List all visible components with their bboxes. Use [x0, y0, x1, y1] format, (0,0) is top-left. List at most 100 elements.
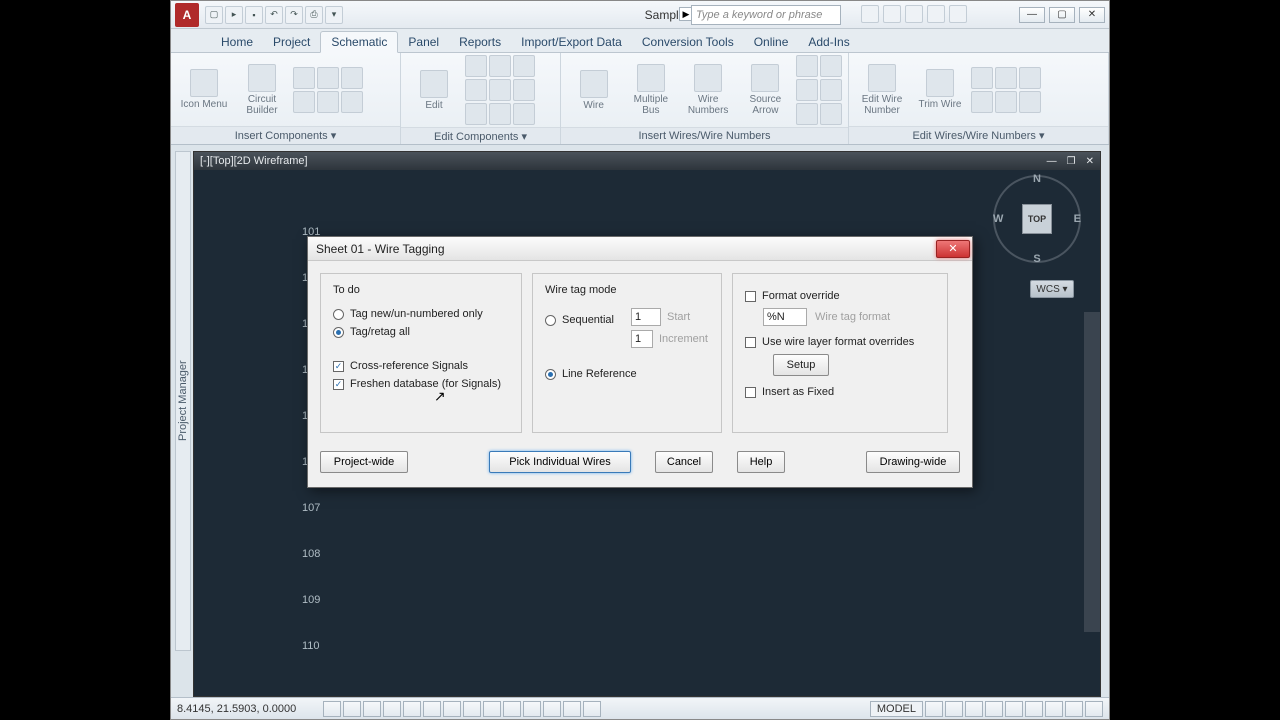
small-btn[interactable] [513, 103, 535, 125]
sb-btn[interactable] [1065, 701, 1083, 717]
model-space-button[interactable]: MODEL [870, 701, 923, 717]
viewport-restore-icon[interactable]: ❐ [1067, 156, 1076, 167]
sb-btn[interactable] [483, 701, 501, 717]
wire-numbers-button[interactable]: Wire Numbers [682, 60, 735, 120]
sb-btn[interactable] [343, 701, 361, 717]
sb-btn[interactable] [985, 701, 1003, 717]
sb-btn[interactable] [925, 701, 943, 717]
viewcube-s[interactable]: S [1033, 253, 1040, 265]
small-btn[interactable] [489, 79, 511, 101]
small-btn[interactable] [513, 79, 535, 101]
radio-tag-retag-all[interactable]: Tag/retag all [333, 326, 509, 338]
small-btn[interactable] [341, 67, 363, 89]
qat-open-icon[interactable]: ▸ [225, 6, 243, 24]
sb-btn[interactable] [1045, 701, 1063, 717]
sb-btn[interactable] [563, 701, 581, 717]
small-btn[interactable] [971, 91, 993, 113]
viewport-minimize-icon[interactable]: — [1047, 156, 1057, 167]
wcs-dropdown[interactable]: WCS ▾ [1030, 280, 1074, 298]
tab-home[interactable]: Home [211, 32, 263, 52]
small-btn[interactable] [1019, 67, 1041, 89]
small-btn[interactable] [796, 79, 818, 101]
qat-redo-icon[interactable]: ↷ [285, 6, 303, 24]
drawing-wide-button[interactable]: Drawing-wide [866, 451, 960, 473]
app-logo-icon[interactable]: A [175, 3, 199, 27]
project-wide-button[interactable]: Project-wide [320, 451, 408, 473]
multiple-bus-button[interactable]: Multiple Bus [624, 60, 677, 120]
tab-reports[interactable]: Reports [449, 32, 511, 52]
project-manager-tab[interactable]: Project Manager [175, 151, 191, 651]
check-cross-reference[interactable]: Cross-reference Signals [333, 360, 509, 372]
trim-wire-button[interactable]: Trim Wire [913, 60, 967, 120]
small-btn[interactable] [820, 103, 842, 125]
close-button[interactable]: ✕ [1079, 7, 1105, 23]
circuit-builder-button[interactable]: Circuit Builder [235, 60, 289, 120]
sb-btn[interactable] [523, 701, 541, 717]
check-insert-fixed[interactable]: Insert as Fixed [745, 386, 935, 398]
sb-btn[interactable] [1025, 701, 1043, 717]
help-icon[interactable] [949, 5, 967, 23]
sb-btn[interactable] [965, 701, 983, 717]
check-layer-override[interactable]: Use wire layer format overrides [745, 336, 935, 348]
format-input[interactable]: %N [763, 308, 807, 326]
small-btn[interactable] [465, 79, 487, 101]
minimize-button[interactable]: — [1019, 7, 1045, 23]
sb-btn[interactable] [423, 701, 441, 717]
sb-btn[interactable] [1005, 701, 1023, 717]
sb-btn[interactable] [1085, 701, 1103, 717]
viewcube-n[interactable]: N [1033, 173, 1041, 185]
cancel-button[interactable]: Cancel [655, 451, 713, 473]
small-btn[interactable] [1019, 91, 1041, 113]
small-btn[interactable] [489, 55, 511, 77]
sb-btn[interactable] [463, 701, 481, 717]
wire-button[interactable]: Wire [567, 60, 620, 120]
small-btn[interactable] [995, 91, 1017, 113]
small-btn[interactable] [465, 55, 487, 77]
ribbon-group-label[interactable]: Edit Wires/Wire Numbers ▾ [849, 126, 1108, 144]
tab-project[interactable]: Project [263, 32, 320, 52]
qat-more-icon[interactable]: ▾ [325, 6, 343, 24]
maximize-button[interactable]: ▢ [1049, 7, 1075, 23]
tab-panel[interactable]: Panel [398, 32, 449, 52]
pick-individual-wires-button[interactable]: Pick Individual Wires [489, 451, 631, 473]
qat-save-icon[interactable]: ▪ [245, 6, 263, 24]
edit-wire-number-button[interactable]: Edit Wire Number [855, 60, 909, 120]
small-btn[interactable] [995, 67, 1017, 89]
signin-icon[interactable] [883, 5, 901, 23]
sb-btn[interactable] [323, 701, 341, 717]
small-btn[interactable] [489, 103, 511, 125]
viewport-label[interactable]: [-][Top][2D Wireframe] [200, 155, 308, 167]
navbar-palette[interactable] [1084, 312, 1100, 632]
tab-addins[interactable]: Add-Ins [798, 32, 859, 52]
small-btn[interactable] [465, 103, 487, 125]
small-btn[interactable] [971, 67, 993, 89]
viewport-close-icon[interactable]: ✕ [1086, 156, 1094, 167]
tab-online[interactable]: Online [744, 32, 799, 52]
small-btn[interactable] [317, 91, 339, 113]
sb-btn[interactable] [383, 701, 401, 717]
ribbon-group-label[interactable]: Edit Components ▾ [401, 127, 560, 144]
radio-tag-new[interactable]: Tag new/un-numbered only [333, 308, 509, 320]
small-btn[interactable] [293, 91, 315, 113]
small-btn[interactable] [796, 103, 818, 125]
tab-import-export[interactable]: Import/Export Data [511, 32, 632, 52]
tab-conversion[interactable]: Conversion Tools [632, 32, 744, 52]
sb-btn[interactable] [543, 701, 561, 717]
help-search-input[interactable]: Type a keyword or phrase [691, 5, 841, 25]
viewcube-top-face[interactable]: TOP [1022, 204, 1052, 234]
search-icon[interactable] [861, 5, 879, 23]
sb-btn[interactable] [503, 701, 521, 717]
stayconnected-icon[interactable] [927, 5, 945, 23]
exchange-icon[interactable] [905, 5, 923, 23]
help-button[interactable]: Help [737, 451, 785, 473]
increment-input[interactable]: 1 [631, 330, 653, 348]
tab-schematic[interactable]: Schematic [320, 31, 398, 53]
qat-undo-icon[interactable]: ↶ [265, 6, 283, 24]
sb-btn[interactable] [945, 701, 963, 717]
small-btn[interactable] [341, 91, 363, 113]
sb-btn[interactable] [403, 701, 421, 717]
small-btn[interactable] [820, 79, 842, 101]
sb-btn[interactable] [363, 701, 381, 717]
radio-sequential[interactable]: Sequential [545, 314, 623, 326]
ribbon-group-label[interactable]: Insert Components ▾ [171, 126, 400, 144]
